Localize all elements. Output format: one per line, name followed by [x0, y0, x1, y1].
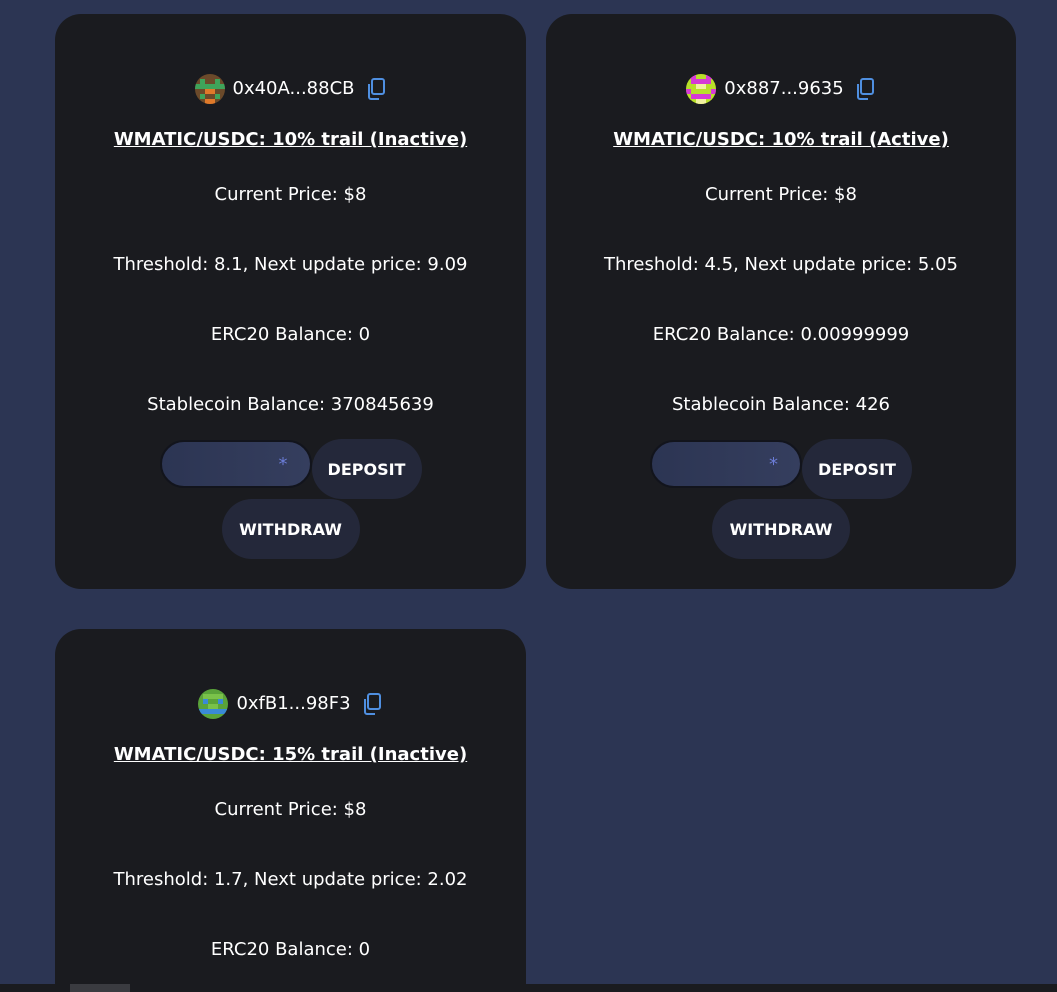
stablecoin-balance: Stablecoin Balance: 426 — [672, 394, 890, 415]
withdraw-button[interactable]: WITHDRAW — [221, 499, 360, 559]
address-row: 0x887...9635 — [546, 74, 1016, 104]
current-price: Current Price: $8 — [214, 184, 367, 205]
action-controls: DEPOSIT WITHDRAW — [546, 439, 1016, 559]
threshold-text: Threshold: 8.1, Next update price: 9.09 — [113, 254, 468, 275]
wallet-address: 0x40A...88CB — [232, 78, 355, 99]
wallet-address: 0xfB1...98F3 — [236, 693, 351, 714]
scrollbar-thumb[interactable] — [70, 984, 130, 992]
amount-input[interactable] — [650, 440, 802, 488]
wallet-address: 0x887...9635 — [724, 78, 844, 99]
strategy-card: 0xfB1...98F3 WMATIC/USDC: 15% trail (Ina… — [55, 629, 526, 992]
action-controls: DEPOSIT WITHDRAW — [55, 439, 526, 559]
strategy-title[interactable]: WMATIC/USDC: 10% trail (Active) — [546, 128, 1016, 152]
current-price: Current Price: $8 — [705, 184, 857, 205]
deposit-button[interactable]: DEPOSIT — [311, 439, 422, 499]
current-price: Current Price: $8 — [214, 799, 367, 820]
stablecoin-balance: Stablecoin Balance: 370845639 — [147, 394, 434, 415]
amount-input[interactable] — [159, 440, 312, 488]
strategy-card: 0x40A...88CB WMATIC/USDC: 10% trail (Ina… — [55, 14, 526, 589]
identicon-avatar — [198, 689, 229, 719]
copy-icon[interactable] — [361, 692, 383, 716]
erc20-balance: ERC20 Balance: 0 — [210, 324, 371, 345]
horizontal-scrollbar[interactable] — [0, 984, 1057, 992]
threshold-text: Threshold: 4.5, Next update price: 5.05 — [603, 254, 959, 275]
copy-icon[interactable] — [365, 77, 387, 101]
copy-icon[interactable] — [854, 77, 876, 101]
threshold-text: Threshold: 1.7, Next update price: 2.02 — [113, 869, 468, 890]
strategy-title[interactable]: WMATIC/USDC: 10% trail (Inactive) — [55, 128, 526, 152]
strategy-card: 0x887...9635 WMATIC/USDC: 10% trail (Act… — [546, 14, 1016, 589]
deposit-button[interactable]: DEPOSIT — [802, 439, 912, 499]
identicon-avatar — [686, 74, 717, 104]
strategy-title[interactable]: WMATIC/USDC: 15% trail (Inactive) — [55, 743, 526, 767]
identicon-avatar — [194, 74, 225, 104]
erc20-balance: ERC20 Balance: 0.00999999 — [652, 324, 910, 345]
address-row: 0xfB1...98F3 — [55, 689, 526, 719]
erc20-balance: ERC20 Balance: 0 — [210, 939, 371, 960]
withdraw-button[interactable]: WITHDRAW — [712, 499, 850, 559]
address-row: 0x40A...88CB — [55, 74, 526, 104]
